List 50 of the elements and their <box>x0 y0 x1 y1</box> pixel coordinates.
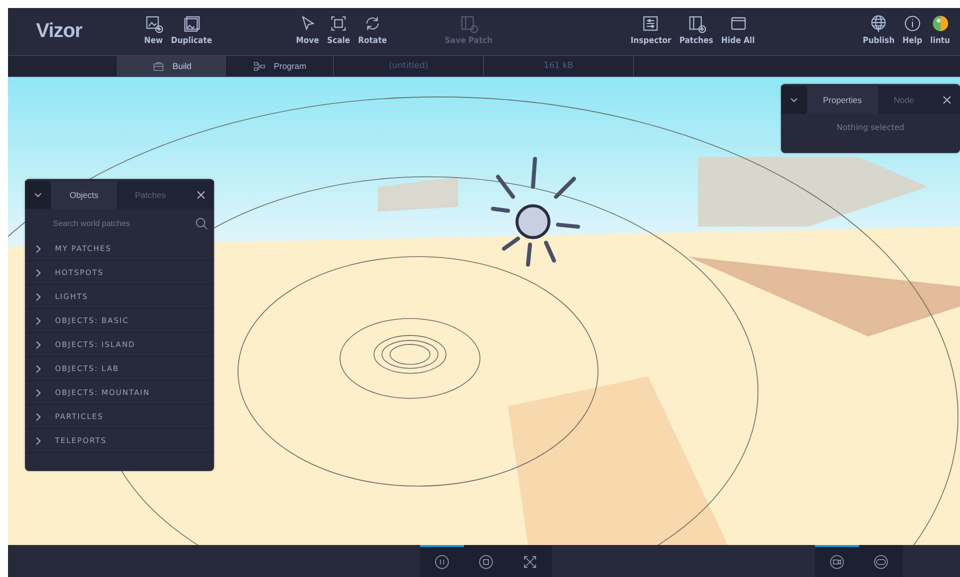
chevron-right-icon <box>33 268 43 278</box>
sliders-icon <box>641 14 660 33</box>
panel-tab[interactable]: Properties <box>807 86 878 114</box>
empty-message: Nothing selected <box>836 122 906 132</box>
chevron-down-icon <box>33 190 43 200</box>
toolbar-button[interactable]: Move <box>292 8 324 55</box>
chevron-right-icon <box>33 292 43 302</box>
toolbar-button[interactable]: New <box>140 8 167 55</box>
search-field[interactable]: Search world patches <box>53 218 195 228</box>
toolbar-button[interactable]: lintu <box>926 8 954 55</box>
headset-icon <box>873 554 889 570</box>
expand-icon <box>522 554 538 570</box>
close-icon <box>942 95 952 105</box>
patch-download-icon <box>459 14 478 33</box>
toolbar-button[interactable]: Inspector <box>626 8 676 55</box>
chevron-right-icon <box>33 388 43 398</box>
toolbar-button[interactable]: Hide All <box>717 8 759 55</box>
info-icon <box>902 14 922 33</box>
toolbar-button[interactable]: Duplicate <box>167 8 216 55</box>
picture-plus-icon <box>144 14 163 33</box>
chevron-right-icon <box>33 340 43 350</box>
mode-tab[interactable]: Build <box>118 56 226 76</box>
close-icon <box>196 190 206 200</box>
chevron-right-icon <box>33 316 43 326</box>
file-size: 161 kB <box>484 56 634 76</box>
chevron-right-icon <box>33 436 43 446</box>
nodes-icon <box>252 60 266 72</box>
panel-tab[interactable]: Objects <box>51 181 117 209</box>
document-title: (untitled) <box>334 56 484 76</box>
chevron-down-icon <box>789 95 799 105</box>
scale-icon <box>329 14 348 33</box>
briefcase-icon <box>152 60 165 72</box>
toolbar-button[interactable]: Publish <box>858 8 899 55</box>
toolbar-button[interactable]: Rotate <box>354 8 391 55</box>
chevron-right-icon <box>33 412 43 422</box>
avatar-icon <box>930 14 950 33</box>
video-camera-icon <box>829 554 845 570</box>
mode-tab[interactable]: Program <box>226 56 334 76</box>
search-icon[interactable] <box>195 216 208 230</box>
stop-icon <box>478 554 494 570</box>
chevron-right-icon <box>33 244 43 254</box>
toolbar-button[interactable]: Scale <box>323 8 354 55</box>
toolbar-button[interactable]: Help <box>898 8 926 55</box>
chevron-right-icon <box>33 364 43 374</box>
logo[interactable]: Vizor <box>8 20 136 43</box>
globe-icon <box>869 14 888 33</box>
toolbar-button[interactable]: Patches <box>675 8 718 55</box>
patch-plus-icon <box>686 14 706 33</box>
pause-icon <box>434 554 450 570</box>
pictures-icon <box>182 14 202 33</box>
